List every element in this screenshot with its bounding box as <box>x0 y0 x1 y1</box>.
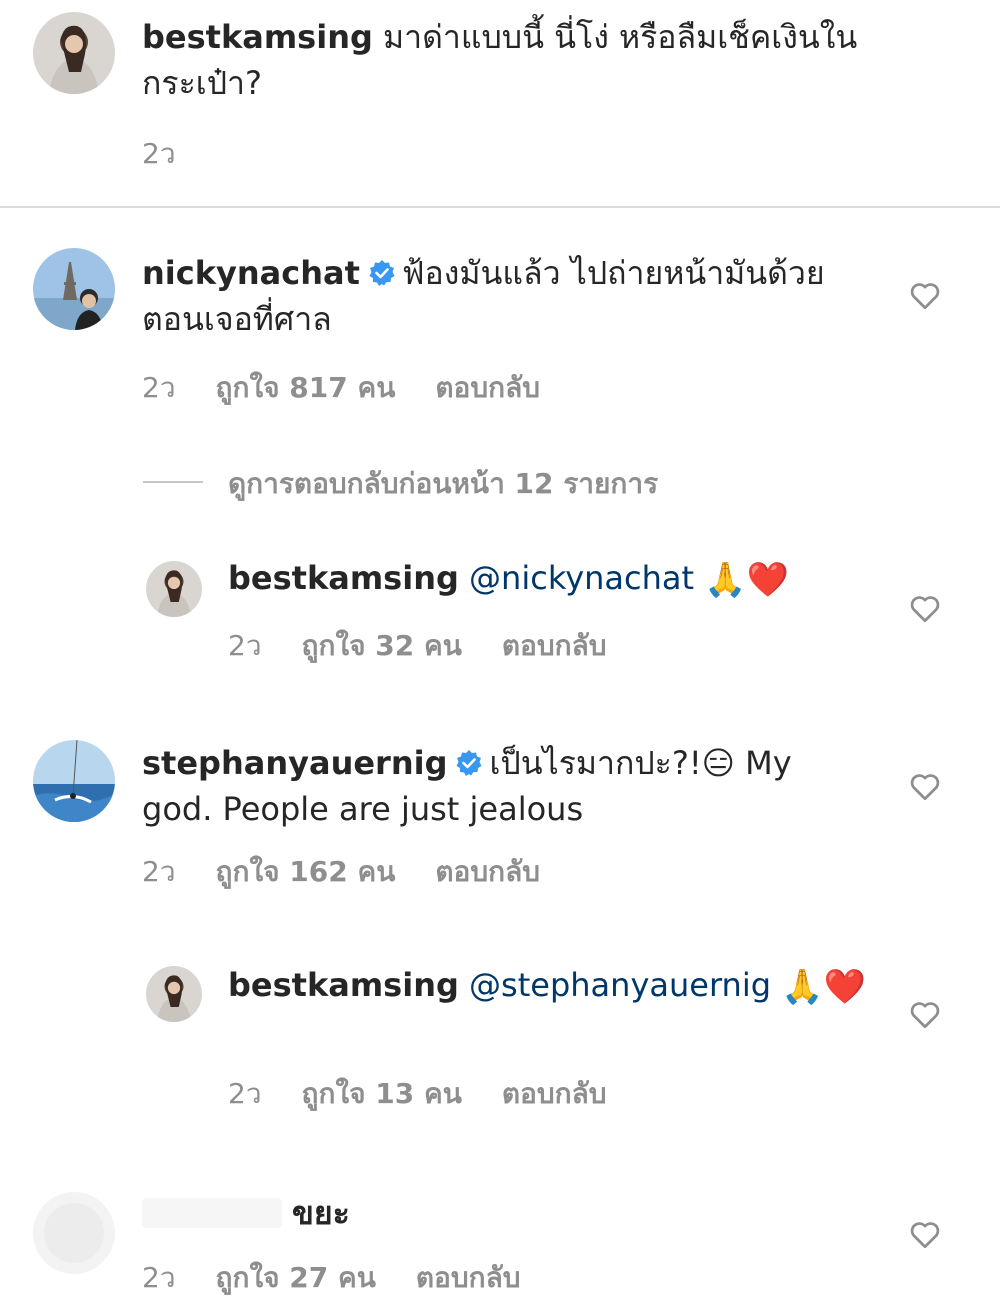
comment-time: 2ว <box>228 1077 262 1110</box>
view-replies-line <box>143 481 203 483</box>
avatar-stephanyauernig[interactable] <box>33 740 115 822</box>
comment-username[interactable]: bestkamsing <box>228 559 459 597</box>
comment-time: 2ว <box>142 371 176 404</box>
emoji-text: 🙏❤️ <box>704 560 789 600</box>
avatar-nickynachat[interactable] <box>33 248 115 330</box>
likes-count[interactable]: ถูกใจ 162 คน <box>216 855 396 888</box>
verified-badge-icon <box>368 259 396 287</box>
comment-text: ขยะ <box>292 1194 350 1232</box>
avatar-bestkamsing[interactable] <box>146 561 202 617</box>
comment-username[interactable]: stephanyauernig <box>142 744 447 782</box>
comment-body: ขยะ <box>292 1190 692 1236</box>
reply-button[interactable]: ตอบกลับ <box>502 629 607 662</box>
heart-outline-icon[interactable] <box>907 1216 943 1252</box>
comment-username[interactable]: nickynachat <box>142 254 360 292</box>
likes-count[interactable]: ถูกใจ 32 คน <box>302 629 462 662</box>
reply-button[interactable]: ตอบกลับ <box>435 855 540 888</box>
heart-outline-icon[interactable] <box>907 768 943 804</box>
verified-badge-icon <box>455 749 483 777</box>
avatar-bestkamsing[interactable] <box>146 966 202 1022</box>
comment-username[interactable]: bestkamsing <box>142 18 373 56</box>
comment-body: stephanyauernig เป็นไรมากปะ?!😑 My god. Pe… <box>142 740 842 832</box>
comment-body: bestkamsing มาด่าแบบนี้ นี่โง่ หรือลืมเช… <box>142 14 932 106</box>
view-previous-replies[interactable]: ดูการตอบกลับก่อนหน้า 12 รายการ <box>228 462 658 506</box>
reply-button[interactable]: ตอบกลับ <box>416 1261 521 1294</box>
heart-outline-icon[interactable] <box>907 277 943 313</box>
comment-meta: 2ว ถูกใจ 162 คน ตอบกลับ <box>142 850 580 894</box>
likes-count[interactable]: ถูกใจ 817 คน <box>216 371 396 404</box>
comment-meta: 2ว ถูกใจ 32 คน ตอบกลับ <box>228 624 647 668</box>
comment-meta: 2ว ถูกใจ 27 คน ตอบกลับ <box>142 1256 561 1300</box>
reply-button[interactable]: ตอบกลับ <box>435 371 540 404</box>
heart-outline-icon[interactable] <box>907 590 943 626</box>
comment-time: 2ว <box>228 629 262 662</box>
reply-body: bestkamsing @nickynachat 🙏❤️ <box>228 555 868 603</box>
reply-button[interactable]: ตอบกลับ <box>502 1077 607 1110</box>
reply-body: bestkamsing @stephanyauernig 🙏❤️ <box>228 962 868 1010</box>
avatar-blurred[interactable] <box>33 1192 115 1274</box>
comment-username[interactable]: bestkamsing <box>228 966 459 1004</box>
comment-meta: 2ว ถูกใจ 13 คน ตอบกลับ <box>228 1072 647 1116</box>
divider <box>0 206 1000 208</box>
likes-count[interactable]: ถูกใจ 13 คน <box>302 1077 462 1110</box>
mention-link[interactable]: @nickynachat <box>469 559 694 597</box>
blurred-username <box>142 1198 282 1228</box>
comment-time: 2ว <box>142 855 176 888</box>
avatar-bestkamsing[interactable] <box>33 12 115 94</box>
comment-meta: 2ว ถูกใจ 817 คน ตอบกลับ <box>142 366 580 410</box>
comment-time: 2ว <box>142 137 176 170</box>
comment-meta: 2ว <box>142 132 216 176</box>
mention-link[interactable]: @stephanyauernig <box>469 966 771 1004</box>
comment-time: 2ว <box>142 1261 176 1294</box>
comment-body: nickynachat ฟ้องมันแล้ว ไปถ่ายหน้ามันด้วย… <box>142 250 832 342</box>
emoji-text: 🙏❤️ <box>781 967 866 1007</box>
heart-outline-icon[interactable] <box>907 996 943 1032</box>
likes-count[interactable]: ถูกใจ 27 คน <box>216 1261 376 1294</box>
